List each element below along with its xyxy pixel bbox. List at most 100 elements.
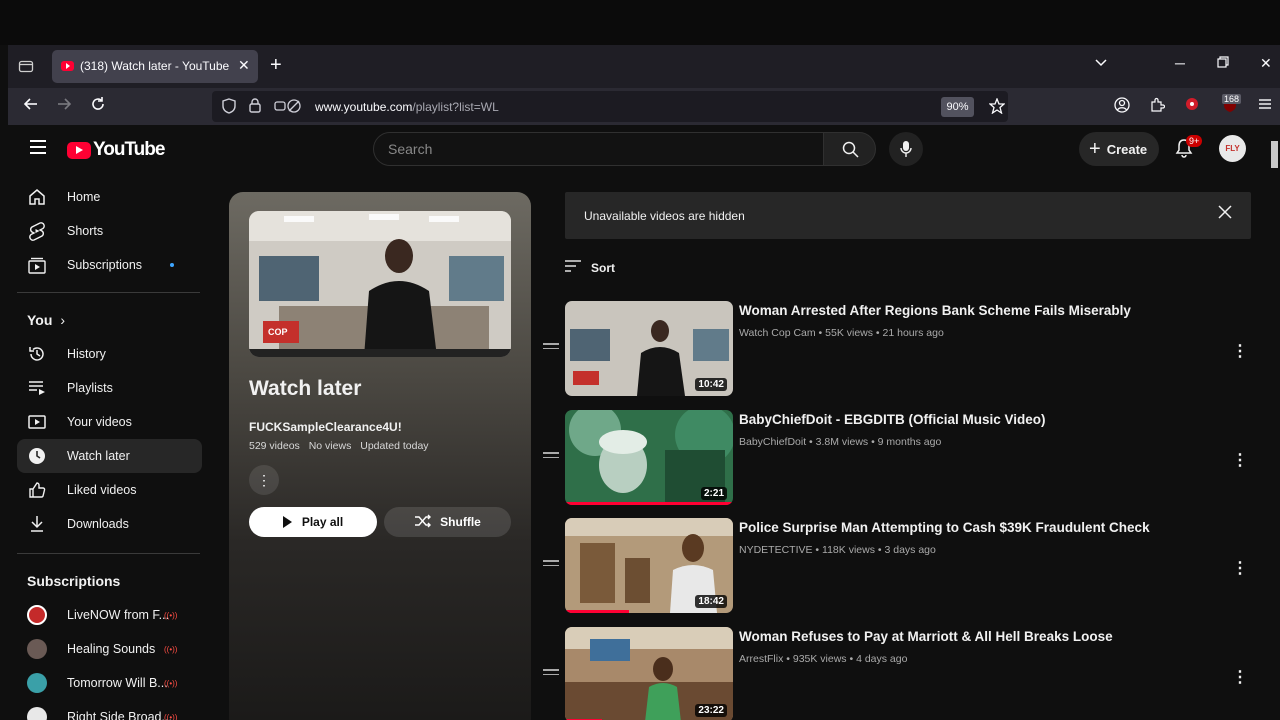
sidebar-item-label: History	[67, 347, 106, 361]
zoom-level[interactable]: 90%	[941, 97, 974, 117]
video-channel[interactable]: NYDETECTIVE	[739, 544, 813, 556]
list-item[interactable]: 18:42 Police Surprise Man Attempting to …	[538, 518, 1258, 614]
video-channel[interactable]: Watch Cop Cam	[739, 327, 816, 339]
browser-tab-active[interactable]: (318) Watch later - YouTube ✕	[52, 50, 258, 83]
permissions-icon[interactable]	[274, 98, 302, 117]
app-menu-icon[interactable]	[1258, 97, 1272, 114]
account-icon[interactable]	[1114, 97, 1130, 117]
window-close-icon[interactable]: ✕	[1260, 55, 1272, 72]
youtube-page: YouTube + Create 9+ FLY Home	[8, 125, 1280, 720]
more-actions-icon[interactable]: ⋮	[249, 465, 279, 495]
search-icon	[842, 141, 859, 158]
playlist-header-card: COP Watch later FUCKSampleClearance4U! 5…	[229, 192, 531, 720]
video-views: 935K views	[792, 653, 847, 665]
playlist-thumbnail[interactable]: COP	[249, 211, 511, 357]
sidebar-item-your-videos[interactable]: Your videos	[17, 405, 202, 439]
shield-icon[interactable]	[222, 98, 236, 117]
video-channel[interactable]: ArrestFlix	[739, 653, 783, 665]
close-tab-icon[interactable]: ✕	[238, 57, 250, 74]
create-label: Create	[1106, 141, 1148, 157]
more-actions-icon[interactable]: ⋮	[1232, 450, 1248, 470]
sidebar-item-home[interactable]: Home	[17, 180, 202, 214]
chevron-down-icon[interactable]	[1094, 56, 1108, 71]
sidebar-you-header[interactable]: You ›	[17, 303, 202, 337]
forward-icon[interactable]	[56, 96, 72, 117]
tab-list-icon[interactable]	[18, 58, 36, 74]
shuffle-icon	[414, 514, 432, 531]
video-thumbnail[interactable]: 10:42	[565, 301, 733, 396]
list-item[interactable]: 10:42 Woman Arrested After Regions Bank …	[538, 301, 1258, 397]
playlist-video-count: 529 videos	[249, 440, 300, 452]
sidebar-subscription-right-side[interactable]: Right Side Broad... ((•))	[17, 700, 202, 720]
play-all-button[interactable]: Play all	[249, 507, 377, 537]
list-item[interactable]: 23:22 Woman Refuses to Pay at Marriott &…	[538, 627, 1258, 720]
extension-record-icon[interactable]	[1185, 97, 1199, 115]
video-title[interactable]: BabyChiefDoit - EBGDITB (Official Music …	[739, 412, 1046, 427]
minimize-icon[interactable]: ─	[1175, 55, 1185, 71]
more-actions-icon[interactable]: ⋮	[1232, 341, 1248, 361]
sidebar-subscription-healing-sounds[interactable]: Healing Sounds ((•))	[17, 632, 202, 666]
search-input[interactable]	[374, 133, 814, 165]
sidebar-item-liked-videos[interactable]: Liked videos	[17, 473, 202, 507]
voice-search-button[interactable]	[889, 132, 923, 166]
plus-icon: +	[1089, 137, 1101, 160]
restore-icon[interactable]	[1217, 55, 1229, 71]
sidebar: Home Shorts Subscriptions You › History	[17, 180, 202, 720]
extension-badge: 168	[1222, 94, 1242, 104]
video-meta: ArrestFlix • 935K views • 4 days ago	[739, 653, 908, 665]
avatar[interactable]: FLY	[1219, 135, 1246, 162]
video-thumbnail[interactable]: 23:22	[565, 627, 733, 720]
sidebar-item-downloads[interactable]: Downloads	[17, 507, 202, 541]
guide-menu-icon[interactable]	[30, 140, 46, 158]
drag-handle-icon[interactable]	[543, 452, 559, 461]
video-thumbnail[interactable]: 18:42	[565, 518, 733, 613]
video-meta: NYDETECTIVE • 118K views • 3 days ago	[739, 544, 936, 556]
extensions-icon[interactable]	[1149, 97, 1166, 117]
video-meta: BabyChiefDoit • 3.8M views • 9 months ag…	[739, 436, 942, 448]
back-icon[interactable]	[23, 96, 39, 117]
download-icon	[27, 514, 47, 534]
video-title[interactable]: Woman Refuses to Pay at Marriott & All H…	[739, 629, 1113, 644]
sidebar-item-subscriptions[interactable]: Subscriptions	[17, 248, 202, 282]
unavailable-videos-banner: Unavailable videos are hidden	[565, 192, 1251, 239]
you-label: You	[27, 312, 53, 328]
video-thumbnail[interactable]: 2:21	[565, 410, 733, 505]
bookmark-star-icon[interactable]	[988, 97, 1006, 117]
video-title[interactable]: Police Surprise Man Attempting to Cash $…	[739, 520, 1150, 535]
video-title[interactable]: Woman Arrested After Regions Bank Scheme…	[739, 303, 1131, 318]
playlist-owner[interactable]: FUCKSampleClearance4U!	[249, 420, 402, 434]
lock-icon[interactable]	[249, 98, 261, 116]
sidebar-subscription-livenow[interactable]: LiveNOW from F... ((•))	[17, 598, 202, 632]
sidebar-item-watch-later[interactable]: Watch later	[17, 439, 202, 473]
video-channel[interactable]: BabyChiefDoit	[739, 436, 806, 448]
sort-button[interactable]: Sort	[565, 260, 615, 275]
create-button[interactable]: + Create	[1079, 132, 1159, 166]
youtube-favicon-icon	[61, 61, 74, 71]
your-videos-icon	[27, 412, 47, 432]
sidebar-item-history[interactable]: History	[17, 337, 202, 371]
sidebar-item-shorts[interactable]: Shorts	[17, 214, 202, 248]
video-meta: Watch Cop Cam • 55K views • 21 hours ago	[739, 327, 944, 339]
new-tab-icon[interactable]: +	[270, 54, 282, 77]
more-actions-icon[interactable]: ⋮	[1232, 667, 1248, 687]
shuffle-button[interactable]: Shuffle	[384, 507, 511, 537]
sidebar-item-label: Watch later	[67, 449, 130, 463]
drag-handle-icon[interactable]	[543, 343, 559, 352]
watch-progress-bar	[565, 610, 629, 613]
video-age: 3 days ago	[884, 544, 936, 556]
search-button[interactable]	[823, 132, 876, 166]
url-domain: www.youtube.com	[315, 100, 413, 114]
scrollbar-thumb[interactable]	[1271, 141, 1278, 168]
reload-icon[interactable]	[90, 96, 106, 117]
sidebar-divider	[17, 292, 200, 293]
drag-handle-icon[interactable]	[543, 669, 559, 678]
url-bar[interactable]: www.youtube.com/playlist?list=WL 90%	[212, 91, 1008, 122]
youtube-logo[interactable]: YouTube	[67, 139, 165, 161]
list-item[interactable]: 2:21 BabyChiefDoit - EBGDITB (Official M…	[538, 410, 1258, 506]
drag-handle-icon[interactable]	[543, 560, 559, 569]
sidebar-subscription-tomorrow[interactable]: Tomorrow Will B... ((•))	[17, 666, 202, 700]
sidebar-item-playlists[interactable]: Playlists	[17, 371, 202, 405]
more-actions-icon[interactable]: ⋮	[1232, 558, 1248, 578]
nav-bar: www.youtube.com/playlist?list=WL 90% 168	[8, 88, 1280, 125]
close-icon[interactable]	[1217, 203, 1233, 226]
